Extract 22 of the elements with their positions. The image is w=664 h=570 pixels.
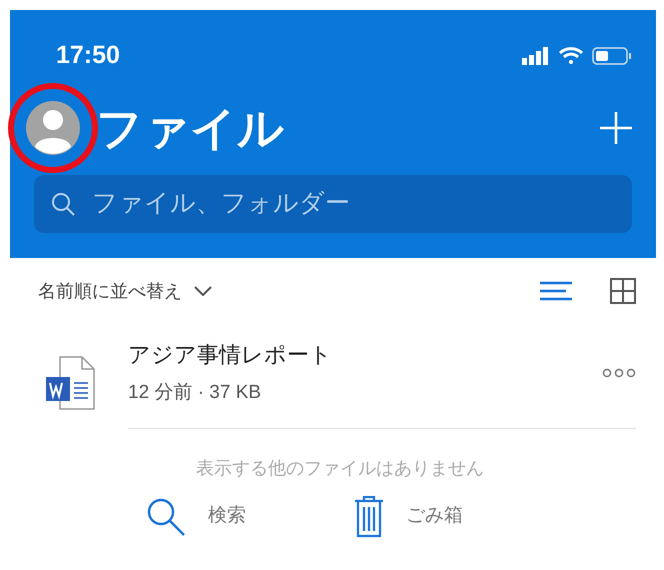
avatar-icon[interactable] — [26, 100, 80, 154]
search-icon — [50, 190, 76, 216]
file-name[interactable]: アジア事情レポート — [128, 338, 332, 371]
grid-view-icon[interactable] — [610, 278, 636, 304]
add-icon[interactable] — [600, 112, 632, 144]
chevron-down-icon — [194, 286, 212, 296]
status-time: 17:50 — [56, 40, 120, 71]
wifi-icon — [558, 46, 584, 66]
more-icon[interactable] — [602, 368, 636, 378]
search-button[interactable]: 検索 — [146, 496, 246, 538]
trash-icon — [354, 496, 384, 538]
battery-icon — [592, 46, 632, 66]
search-icon — [146, 496, 186, 536]
empty-message: 表示する他のファイルはありません — [196, 456, 484, 480]
page-title: ファイル — [96, 104, 284, 150]
signal-icon — [522, 46, 550, 65]
word-document-icon — [46, 355, 98, 412]
search-field[interactable]: ファイル、フォルダー — [34, 174, 632, 232]
file-meta: 12 分前 · 37 KB — [128, 381, 262, 405]
sort-dropdown[interactable]: 名前順に並べ替え — [38, 278, 212, 304]
list-view-icon[interactable] — [540, 280, 574, 302]
trash-button[interactable]: ごみ箱 — [354, 496, 463, 538]
